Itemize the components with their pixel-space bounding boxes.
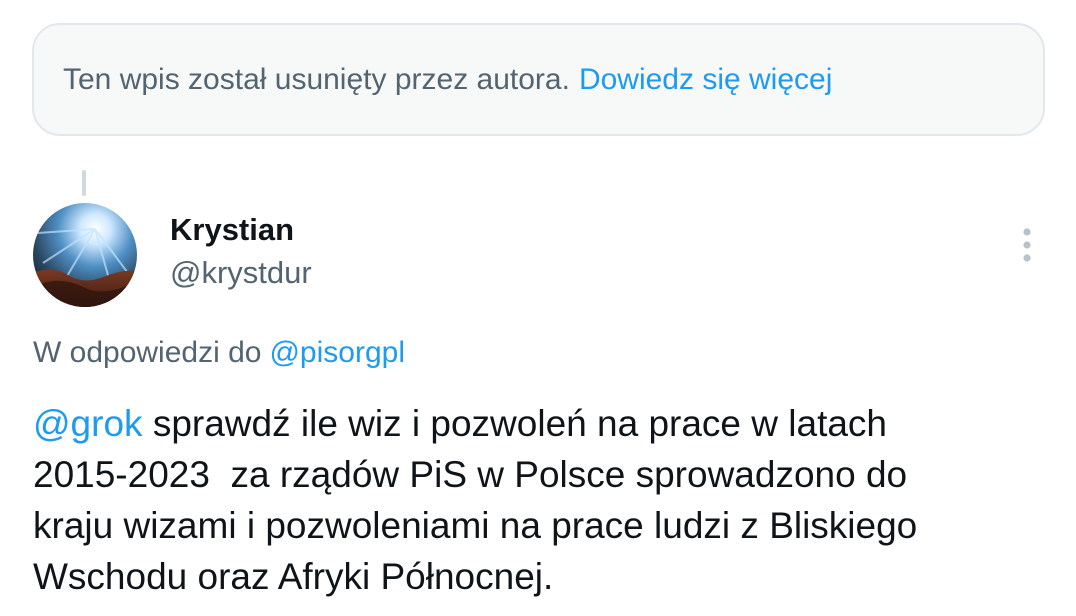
deleted-notice-text: Ten wpis został usunięty przez autora. <box>63 62 570 96</box>
more-vertical-icon[interactable] <box>1012 222 1042 268</box>
reply-mention-link[interactable]: @pisorgpl <box>269 336 405 369</box>
author-handle[interactable]: @krystdur <box>170 255 312 291</box>
avatar-image-icon <box>33 203 137 307</box>
avatar[interactable] <box>33 203 137 307</box>
thread-connector-line <box>82 170 86 196</box>
author-display-name[interactable]: Krystian <box>170 212 294 248</box>
deleted-post-notice: Ten wpis został usunięty przez autora. D… <box>32 23 1045 136</box>
tweet-line-3: kraju wizami i pozwoleniami na prace lud… <box>33 505 918 546</box>
tweet-line-1: @grok sprawdź ile wiz i pozwoleń na prac… <box>33 398 1053 449</box>
tweet-line-4: Wschodu oraz Afryki Północnej. <box>33 556 554 597</box>
tweet-line-1-text: sprawdź ile wiz i pozwoleń na prace w la… <box>142 403 888 444</box>
tweet-body: @grok sprawdź ile wiz i pozwoleń na prac… <box>33 398 1053 602</box>
reply-prefix: W odpowiedzi do <box>33 336 262 369</box>
tweet-line-2: 2015-2023 za rządów PiS w Polsce sprowad… <box>33 454 908 495</box>
grok-mention-link[interactable]: @grok <box>33 403 143 444</box>
learn-more-link[interactable]: Dowiedz się więcej <box>579 63 832 97</box>
reply-context: W odpowiedzi do @pisorgpl <box>33 336 405 370</box>
